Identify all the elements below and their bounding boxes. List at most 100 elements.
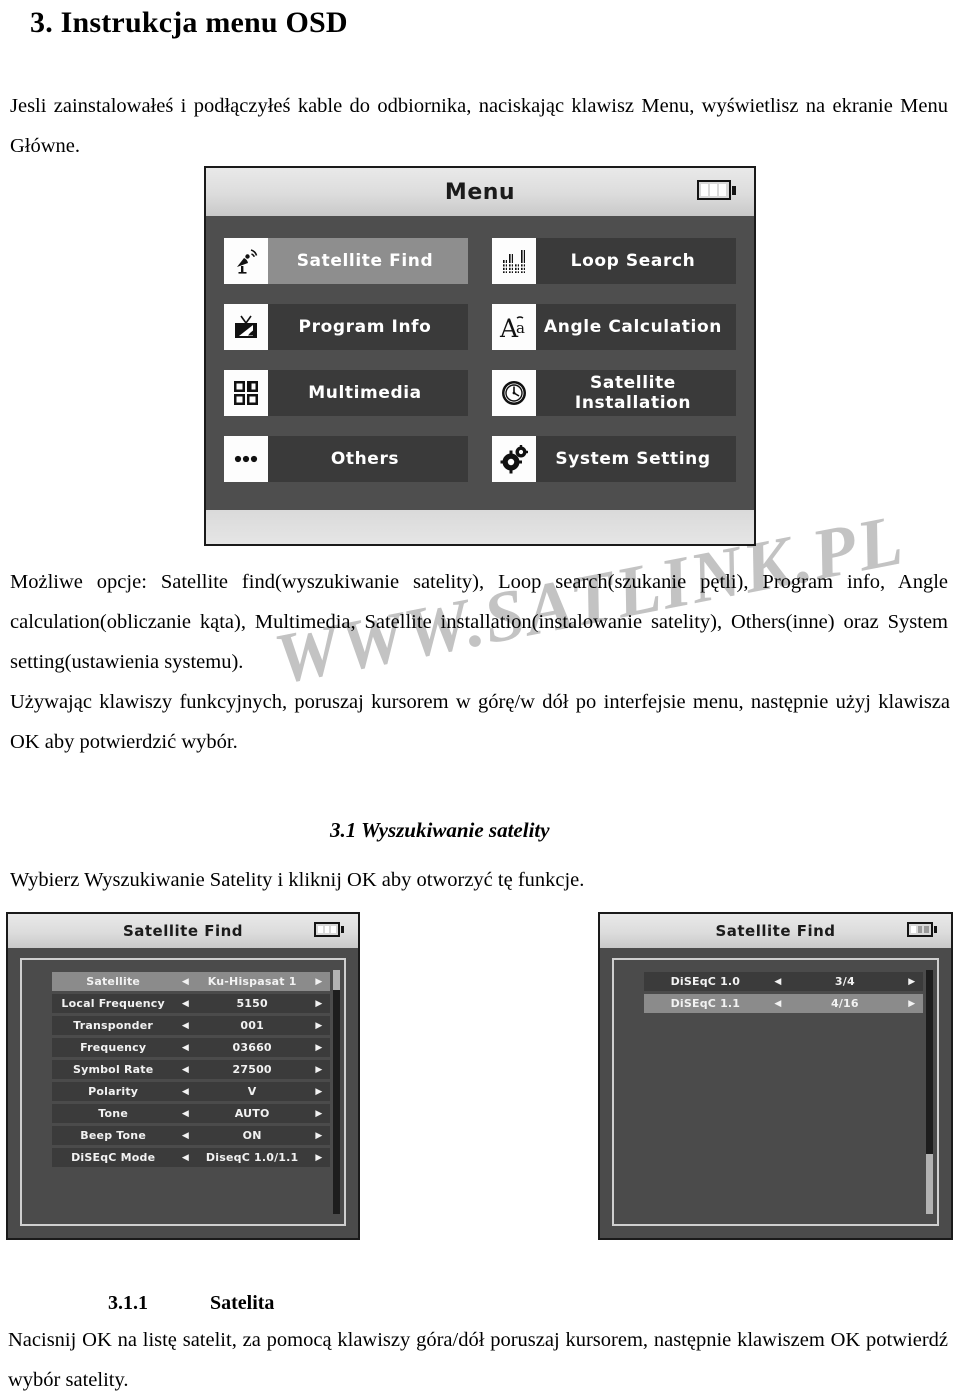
row-label: DiSEqC Mode bbox=[71, 1151, 156, 1164]
chevron-right-icon[interactable]: ▶ bbox=[308, 1087, 330, 1097]
globe-clock-icon bbox=[492, 370, 536, 416]
chevron-right-icon[interactable]: ▶ bbox=[308, 999, 330, 1009]
menu-footer-bar bbox=[206, 510, 754, 544]
menu-titlebar: Menu bbox=[206, 168, 754, 216]
osd-satellite-find-right-screenshot: Satellite Find DiSEqC 1.0 ◀ 3/4 ▶ DiSEqC… bbox=[598, 912, 953, 1240]
row-value: 4/16 bbox=[830, 997, 859, 1010]
menu-body: Satellite Find Loop Search Program Info … bbox=[206, 216, 754, 510]
menu-item-satellite-find[interactable]: Satellite Find bbox=[224, 238, 468, 284]
setting-row-local-frequency[interactable]: Local Frequency ◀ 5150 ▶ bbox=[52, 994, 330, 1013]
chevron-right-icon[interactable]: ▶ bbox=[308, 1109, 330, 1119]
satellite-find-left-rows: Satellite ◀ Ku-Hispasat 1 ▶ Local Freque… bbox=[52, 972, 330, 1167]
row-value: 3/4 bbox=[834, 975, 855, 988]
chevron-left-icon[interactable]: ◀ bbox=[174, 1021, 196, 1031]
row-label: Local Frequency bbox=[61, 997, 165, 1010]
osd-main-menu-screenshot: Menu Satellite Find Loop Search Program … bbox=[204, 166, 756, 546]
setting-row-diseqc-11[interactable]: DiSEqC 1.1 ◀ 4/16 ▶ bbox=[644, 994, 923, 1013]
satellite-find-left-titlebar: Satellite Find bbox=[8, 914, 358, 948]
options-paragraph: Możliwe opcje: Satellite find(wyszukiwan… bbox=[10, 571, 948, 673]
chevron-left-icon[interactable]: ◀ bbox=[174, 1065, 196, 1075]
scrollbar-thumb[interactable] bbox=[926, 1154, 933, 1214]
satellite-find-right-rows: DiSEqC 1.0 ◀ 3/4 ▶ DiSEqC 1.1 ◀ 4/16 ▶ bbox=[644, 972, 923, 1013]
page-title: 3. Instrukcja menu OSD bbox=[30, 6, 348, 39]
row-label: Transponder bbox=[73, 1019, 154, 1032]
chevron-left-icon[interactable]: ◀ bbox=[174, 1087, 196, 1097]
row-value: ON bbox=[242, 1129, 262, 1142]
setting-row-diseqc-mode[interactable]: DiSEqC Mode ◀ DiseqC 1.0/1.1 ▶ bbox=[52, 1148, 330, 1167]
satellite-dish-icon bbox=[224, 238, 268, 284]
chevron-left-icon[interactable]: ◀ bbox=[174, 1153, 196, 1163]
bar-chart-icon bbox=[492, 238, 536, 284]
battery-icon bbox=[697, 180, 736, 200]
menu-item-system-setting[interactable]: System Setting bbox=[492, 436, 736, 482]
row-label: DiSEqC 1.0 bbox=[670, 975, 741, 988]
chevron-right-icon[interactable]: ▶ bbox=[901, 977, 923, 987]
row-label: Satellite bbox=[86, 975, 141, 988]
document-page: 3. Instrukcja menu OSD Jesli zainstalowa… bbox=[0, 0, 960, 1398]
satellite-find-left-panel: Satellite ◀ Ku-Hispasat 1 ▶ Local Freque… bbox=[20, 958, 346, 1226]
setting-row-polarity[interactable]: Polarity ◀ V ▶ bbox=[52, 1082, 330, 1101]
scrollbar-thumb[interactable] bbox=[333, 970, 340, 990]
gears-icon bbox=[492, 436, 536, 482]
osd-satellite-find-left-screenshot: Satellite Find Satellite ◀ Ku-Hispasat 1 bbox=[6, 912, 360, 1240]
navigation-paragraph: Używając klawiszy funkcyjnych, poruszaj … bbox=[10, 691, 950, 753]
battery-icon bbox=[314, 922, 344, 937]
menu-item-angle-calculation[interactable]: A a Angle Calculation bbox=[492, 304, 736, 350]
grid-squares-icon bbox=[224, 370, 268, 416]
svg-text:a: a bbox=[516, 319, 525, 337]
menu-item-label: Satellite Find bbox=[296, 251, 434, 271]
satellite-find-right-panel: DiSEqC 1.0 ◀ 3/4 ▶ DiSEqC 1.1 ◀ 4/16 ▶ bbox=[612, 958, 939, 1226]
menu-item-label: Angle Calculation bbox=[544, 317, 722, 337]
menu-item-others[interactable]: Others bbox=[224, 436, 468, 482]
menu-title: Menu bbox=[444, 179, 516, 205]
row-value: 03660 bbox=[232, 1041, 272, 1054]
chevron-right-icon[interactable]: ▶ bbox=[308, 977, 330, 987]
menu-item-label: Others bbox=[330, 449, 400, 469]
setting-row-beep-tone[interactable]: Beep Tone ◀ ON ▶ bbox=[52, 1126, 330, 1145]
section-31-heading: 3.1 Wyszukiwanie satelity bbox=[330, 818, 550, 842]
chevron-left-icon[interactable]: ◀ bbox=[174, 1043, 196, 1053]
menu-item-label: System Setting bbox=[555, 449, 711, 469]
menu-item-program-info[interactable]: Program Info bbox=[224, 304, 468, 350]
row-value: Ku-Hispasat 1 bbox=[207, 975, 297, 988]
chevron-right-icon[interactable]: ▶ bbox=[308, 1065, 330, 1075]
setting-row-satellite[interactable]: Satellite ◀ Ku-Hispasat 1 ▶ bbox=[52, 972, 330, 991]
chevron-left-icon[interactable]: ◀ bbox=[174, 1109, 196, 1119]
setting-row-transponder[interactable]: Transponder ◀ 001 ▶ bbox=[52, 1016, 330, 1035]
chevron-left-icon[interactable]: ◀ bbox=[174, 999, 196, 1009]
menu-item-satellite-installation[interactable]: Satellite Installation bbox=[492, 370, 736, 416]
chevron-left-icon[interactable]: ◀ bbox=[174, 1131, 196, 1141]
menu-item-loop-search[interactable]: Loop Search bbox=[492, 238, 736, 284]
chevron-right-icon[interactable]: ▶ bbox=[308, 1043, 330, 1053]
satellite-find-left-title: Satellite Find bbox=[122, 922, 244, 940]
scrollbar[interactable] bbox=[926, 970, 933, 1214]
row-value: DiseqC 1.0/1.1 bbox=[205, 1151, 299, 1164]
chevron-left-icon[interactable]: ◀ bbox=[767, 999, 789, 1009]
row-label: Symbol Rate bbox=[72, 1063, 154, 1076]
satellite-find-right-title: Satellite Find bbox=[715, 922, 836, 940]
setting-row-tone[interactable]: Tone ◀ AUTO ▶ bbox=[52, 1104, 330, 1123]
row-value: 5150 bbox=[236, 997, 268, 1010]
chevron-right-icon[interactable]: ▶ bbox=[308, 1153, 330, 1163]
satellite-find-left-body: Satellite ◀ Ku-Hispasat 1 ▶ Local Freque… bbox=[8, 948, 358, 1238]
menu-item-label: Program Info bbox=[298, 317, 432, 337]
satellite-find-right-titlebar: Satellite Find bbox=[600, 914, 951, 948]
letters-aa-icon: A a bbox=[492, 304, 536, 350]
chevron-left-icon[interactable]: ◀ bbox=[767, 977, 789, 987]
section-311-number: 3.1.1 bbox=[108, 1292, 148, 1314]
row-label: DiSEqC 1.1 bbox=[670, 997, 741, 1010]
television-icon bbox=[224, 304, 268, 350]
chevron-left-icon[interactable]: ◀ bbox=[174, 977, 196, 987]
row-value: V bbox=[247, 1085, 257, 1098]
row-label: Tone bbox=[98, 1107, 128, 1120]
battery-icon bbox=[907, 922, 937, 937]
scrollbar[interactable] bbox=[333, 970, 340, 1214]
setting-row-diseqc-10[interactable]: DiSEqC 1.0 ◀ 3/4 ▶ bbox=[644, 972, 923, 991]
row-label: Frequency bbox=[80, 1041, 147, 1054]
setting-row-frequency[interactable]: Frequency ◀ 03660 ▶ bbox=[52, 1038, 330, 1057]
menu-item-multimedia[interactable]: Multimedia bbox=[224, 370, 468, 416]
chevron-right-icon[interactable]: ▶ bbox=[308, 1021, 330, 1031]
chevron-right-icon[interactable]: ▶ bbox=[308, 1131, 330, 1141]
chevron-right-icon[interactable]: ▶ bbox=[901, 999, 923, 1009]
setting-row-symbol-rate[interactable]: Symbol Rate ◀ 27500 ▶ bbox=[52, 1060, 330, 1079]
